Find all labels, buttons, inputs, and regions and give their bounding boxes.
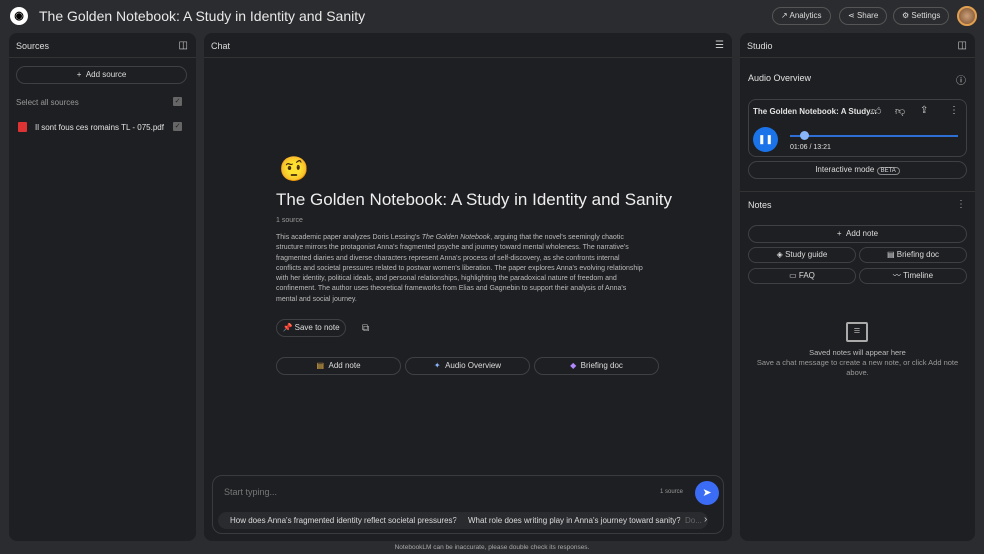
- note-icon: ▤: [316, 361, 325, 370]
- audio-overview-label: Audio Overview: [445, 361, 502, 370]
- studio-title: Studio: [747, 41, 773, 51]
- sources-title: Sources: [16, 41, 50, 51]
- add-source-label: Add source: [85, 70, 127, 79]
- timeline-button[interactable]: 〰 Timeline: [859, 268, 967, 284]
- share-label: Share: [856, 11, 879, 20]
- notes-empty-title: Saved notes will appear here: [809, 348, 906, 357]
- input-source-count: 1 source: [659, 489, 683, 495]
- school-icon: ◆: [570, 361, 577, 370]
- audio-progress-track[interactable]: [790, 131, 958, 140]
- thumbs-down-icon[interactable]: 👎︎: [895, 105, 905, 117]
- suggestion-chip[interactable]: What role does writing play in Anna's jo…: [456, 512, 693, 529]
- divider: [740, 191, 975, 192]
- share-button[interactable]: ⋖ Share: [839, 7, 888, 25]
- divider: [9, 57, 196, 58]
- tune-icon[interactable]: ☰: [715, 40, 724, 51]
- collapse-panel-icon[interactable]: ◫: [958, 40, 967, 51]
- pdf-icon: [18, 122, 27, 132]
- briefing-doc-button[interactable]: ▤ Briefing doc: [859, 247, 967, 263]
- add-note-label: Add note: [328, 361, 361, 370]
- briefing-doc-label: Briefing doc: [896, 250, 940, 259]
- audio-overview-button[interactable]: ✦ Audio Overview: [405, 357, 530, 375]
- audio-progress-knob[interactable]: [799, 131, 809, 140]
- notebook-emoji: 🤨: [279, 156, 309, 183]
- timeline-label: Timeline: [903, 271, 934, 280]
- notes-more-icon[interactable]: ⋮: [956, 199, 966, 210]
- beta-badge: BETA: [876, 167, 900, 175]
- header: ◉ The Golden Notebook: A Study in Identi…: [0, 0, 984, 32]
- share-icon[interactable]: ⇪: [920, 105, 928, 116]
- timeline-icon: 〰: [892, 271, 901, 280]
- settings-button[interactable]: ⚙ Settings: [893, 7, 950, 25]
- analytics-button[interactable]: ↗ Analytics: [772, 7, 831, 25]
- notes-empty-desc: Save a chat message to create a new note…: [756, 358, 959, 377]
- settings-label: Settings: [911, 11, 941, 20]
- collapse-panel-icon[interactable]: ◫: [179, 40, 188, 51]
- info-icon[interactable]: ⓘ: [956, 72, 966, 87]
- studio-panel: Studio ◫ Audio Overview ⓘ The Golden Not…: [740, 33, 975, 541]
- chevron-right-icon[interactable]: ›: [704, 514, 707, 525]
- document-icon: ▤: [886, 250, 895, 259]
- avatar[interactable]: [957, 6, 977, 26]
- study-guide-label: Study guide: [785, 250, 828, 259]
- source-name: Il sont fous ces romains TL - 075.pdf: [35, 123, 164, 132]
- interactive-mode-button[interactable]: Interactive mode BETA: [748, 161, 967, 179]
- pause-button[interactable]: ❚❚: [753, 127, 778, 152]
- notes-empty-icon: ≡: [846, 322, 868, 342]
- add-source-button[interactable]: + Add source: [16, 66, 187, 84]
- disclaimer: NotebookLM can be inaccurate, please dou…: [394, 544, 590, 551]
- analytics-label: Analytics: [789, 11, 822, 20]
- divider: [740, 57, 975, 58]
- more-icon[interactable]: ⋮: [949, 105, 959, 116]
- book-title: The Golden Notebook: [421, 234, 491, 241]
- briefing-doc-button[interactable]: ◆ Briefing doc: [534, 357, 659, 375]
- source-item[interactable]: Il sont fous ces romains TL - 075.pdf ✓: [18, 122, 188, 134]
- faq-label: FAQ: [798, 271, 815, 280]
- source-count: 1 source: [276, 217, 303, 224]
- notebooklm-logo-icon[interactable]: ◉: [10, 7, 28, 25]
- audio-title: The Golden Notebook: A Study...: [753, 107, 877, 116]
- faq-icon: ▭: [789, 271, 797, 280]
- summary-text: This academic paper analyzes Doris Lessi…: [276, 234, 422, 241]
- divider: [204, 57, 732, 58]
- notes-title: Notes: [748, 200, 772, 210]
- add-note-label: Add note: [846, 229, 879, 238]
- chat-input[interactable]: Start typing...: [224, 487, 277, 497]
- interactive-mode-label: Interactive mode: [815, 165, 875, 174]
- notebook-heading: The Golden Notebook: A Study in Identity…: [276, 190, 672, 209]
- thumbs-up-icon[interactable]: 👍︎: [871, 105, 881, 117]
- audio-player-card: The Golden Notebook: A Study... 👍︎ 👎︎ ⇪ …: [748, 99, 967, 157]
- select-all-label: Select all sources: [16, 98, 79, 107]
- school-icon: ◈: [776, 250, 783, 259]
- summary-text: , arguing that the novel's seemingly cha…: [276, 234, 643, 303]
- briefing-doc-label: Briefing doc: [580, 361, 623, 370]
- send-button[interactable]: ➤: [695, 481, 719, 505]
- suggestion-chip[interactable]: How does Anna's fragmented identity refl…: [218, 512, 469, 529]
- notebook-title[interactable]: The Golden Notebook: A Study in Identity…: [39, 8, 365, 24]
- add-note-button[interactable]: + Add note: [748, 225, 967, 243]
- source-checkbox[interactable]: ✓: [173, 122, 182, 131]
- sparkle-icon: ✦: [433, 361, 441, 370]
- audio-time: 01:06 / 13:21: [790, 144, 831, 151]
- save-to-note-button[interactable]: 📌 Save to note: [276, 319, 346, 337]
- sources-panel: Sources ◫ + Add source Select all source…: [9, 33, 196, 541]
- add-note-button[interactable]: ▤ Add note: [276, 357, 401, 375]
- study-guide-button[interactable]: ◈ Study guide: [748, 247, 856, 263]
- save-to-note-label: Save to note: [294, 323, 340, 332]
- audio-overview-title: Audio Overview: [748, 73, 812, 83]
- chat-panel: Chat ☰ 🤨 The Golden Notebook: A Study in…: [204, 33, 732, 541]
- copy-icon[interactable]: ⧉: [362, 323, 369, 334]
- notebook-summary: This academic paper analyzes Doris Lessi…: [276, 233, 644, 305]
- chat-title: Chat: [211, 41, 231, 51]
- select-all-checkbox[interactable]: ✓: [173, 97, 182, 106]
- faq-button[interactable]: ▭ FAQ: [748, 268, 856, 284]
